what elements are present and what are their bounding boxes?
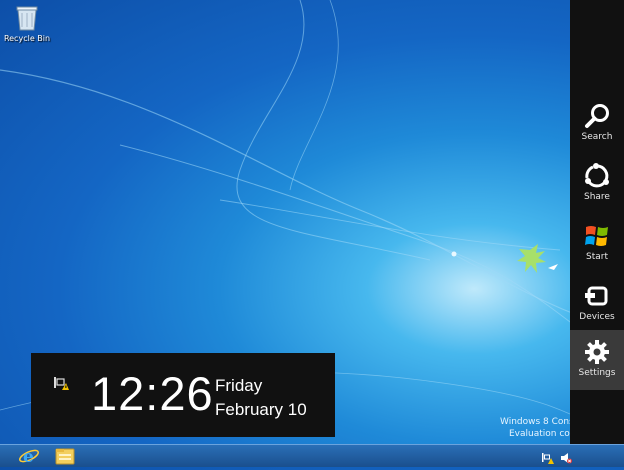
taskbar: e	[0, 444, 624, 467]
gear-icon	[585, 340, 609, 364]
network-warning-icon	[542, 453, 554, 464]
network-status-icon	[54, 377, 69, 390]
recycle-bin-label: Recycle Bin	[3, 34, 51, 43]
charm-search[interactable]: Search	[570, 94, 624, 154]
clock-time: 12:26	[91, 367, 214, 420]
charm-devices[interactable]: Devices	[570, 274, 624, 334]
search-icon	[585, 104, 609, 128]
clock-flyout: 12:26 Friday February 10	[31, 353, 335, 437]
taskbar-internet-explorer[interactable]: e	[18, 446, 44, 467]
watermark-line-2: Evaluation cop	[509, 429, 576, 439]
devices-icon	[585, 286, 608, 306]
speaker-muted-icon	[561, 453, 572, 464]
charm-settings[interactable]: Settings	[570, 330, 624, 390]
charm-settings-label: Settings	[578, 368, 616, 378]
watermark-line-1: Windows 8 Consu	[500, 417, 580, 427]
share-icon	[585, 163, 609, 188]
charm-start[interactable]: Start	[570, 214, 624, 274]
tray-network[interactable]	[542, 449, 554, 468]
recycle-bin-icon	[16, 6, 38, 31]
clock-date: February 10	[215, 400, 307, 419]
edition-watermark: Windows 8 Consu Evaluation cop	[500, 416, 580, 440]
tray-volume[interactable]	[560, 449, 572, 468]
file-explorer-icon	[55, 448, 75, 465]
charm-start-label: Start	[586, 252, 608, 262]
charm-search-label: Search	[581, 132, 613, 142]
charms-bar: Search Share Start Devices Settings	[570, 0, 624, 444]
internet-explorer-icon: e	[19, 447, 39, 467]
windows-logo-icon	[585, 226, 608, 246]
charm-devices-label: Devices	[579, 312, 615, 322]
svg-text:e: e	[23, 447, 34, 466]
clock-day: Friday	[215, 376, 263, 395]
recycle-bin-shortcut[interactable]: Recycle Bin	[2, 4, 52, 43]
taskbar-file-explorer[interactable]	[54, 446, 80, 466]
charm-share-label: Share	[584, 192, 610, 202]
charm-share[interactable]: Share	[570, 154, 624, 214]
